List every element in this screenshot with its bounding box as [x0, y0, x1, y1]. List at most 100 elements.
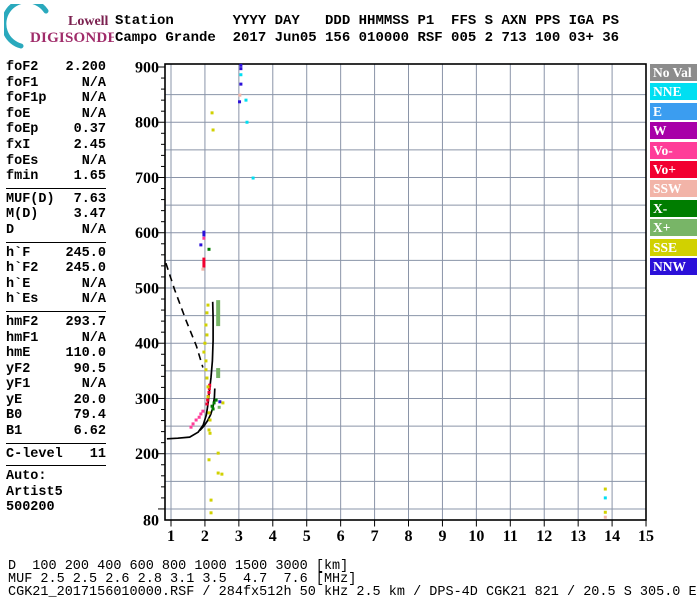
x-tick-label: 5: [303, 528, 311, 545]
echo-point: [207, 247, 211, 251]
grid: [165, 64, 646, 520]
echo-point: [244, 98, 248, 102]
echo-series-X+: [216, 300, 221, 409]
echo-point: [603, 496, 607, 500]
y-tick-label: 700: [135, 170, 159, 187]
echo-point: [603, 515, 607, 519]
echo-point: [211, 407, 215, 411]
y-tick-label: 800: [135, 115, 159, 132]
echo-point: [216, 471, 220, 475]
echo-point: [220, 472, 224, 476]
echo-point: [216, 451, 220, 455]
x-tick-label: 10: [468, 528, 484, 545]
echo-point: [238, 93, 242, 97]
echo-point: [221, 401, 225, 405]
echo-point: [207, 428, 211, 432]
echo-point: [202, 230, 206, 234]
legend-item-Vo+: Vo+: [650, 160, 697, 178]
echo-point: [202, 350, 206, 354]
echo-point: [210, 111, 214, 115]
echo-point: [206, 398, 210, 402]
echo-point: [239, 67, 243, 71]
echo-point: [205, 333, 209, 337]
x-tick-label: 13: [570, 528, 586, 545]
legend-item-X-: X-: [650, 199, 697, 217]
echo-point: [207, 458, 211, 462]
echo-point: [603, 510, 607, 514]
legend-item-NoVal: No Val: [650, 64, 697, 81]
echo-point: [238, 100, 242, 104]
echo-point: [199, 412, 203, 416]
echo-point: [217, 405, 221, 409]
echo-point: [204, 359, 208, 363]
y-tick-label: 600: [135, 225, 159, 242]
x-tick-label: 4: [269, 528, 277, 545]
legend: No Val NNE E W Vo- Vo+ SSW X- X+ SSE NNW: [650, 64, 697, 277]
echo-point: [603, 487, 607, 491]
legend-item-NNE: NNE: [650, 83, 697, 101]
echo-series-NNW: [199, 63, 243, 404]
x-tick-label: 9: [438, 528, 446, 545]
echo-bar: [202, 257, 206, 268]
legend-item-NNW: NNW: [650, 257, 697, 275]
y-tick-label: 400: [135, 336, 159, 353]
echo-series-SSW: [201, 93, 607, 519]
legend-item-SSW: SSW: [650, 180, 697, 198]
echo-point: [204, 368, 208, 372]
x-tick-label: 7: [371, 528, 379, 545]
echo-point: [206, 395, 210, 399]
x-tick-label: 6: [337, 528, 345, 545]
echo-point: [203, 341, 207, 345]
y-tick-label: 300: [135, 391, 159, 408]
file-info-row: CGK21_2017156010000.RSF / 284fx512h 50 k…: [8, 585, 697, 600]
legend-item-SSE: SSE: [650, 238, 697, 256]
y-tick-label: 500: [135, 280, 159, 297]
x-tick-label: 3: [235, 528, 243, 545]
echo-point: [207, 411, 211, 415]
x-tick-label: 14: [604, 528, 620, 545]
echo-point: [210, 404, 214, 408]
echo-point: [197, 415, 201, 419]
x-tick-label: 8: [405, 528, 413, 545]
x-tick-label: 1: [167, 528, 175, 545]
echo-point: [202, 233, 206, 237]
echo-bar: [216, 368, 221, 379]
echo-series-NNE: [239, 73, 607, 500]
echo-point: [194, 418, 198, 422]
echo-point: [204, 323, 208, 327]
y-tick-label: 200: [135, 446, 159, 463]
legend-item-W: W: [650, 122, 697, 140]
echo-point: [239, 82, 243, 86]
ionogram-plot: 900800700600500400300200801 2 3 4 5 6 7 8 9 10 11 1…: [135, 59, 654, 545]
echo-point: [205, 402, 209, 406]
echo-point: [189, 425, 193, 429]
x-tick-label: 15: [638, 528, 654, 545]
echo-point: [218, 400, 222, 404]
echo-point: [206, 385, 210, 389]
echo-point: [201, 409, 205, 413]
echo-point: [214, 398, 218, 402]
echo-point: [239, 63, 243, 67]
echo-point: [191, 422, 195, 426]
echo-point: [245, 120, 249, 124]
legend-item-X+: X+: [650, 219, 697, 237]
echo-point: [212, 401, 216, 405]
x-tick-label: 11: [503, 528, 518, 545]
x-tick-label: 12: [536, 528, 552, 545]
echo-point: [208, 418, 212, 422]
echo-point: [207, 390, 211, 394]
echo-point: [199, 243, 203, 247]
echo-point: [208, 431, 212, 435]
x-tick-label: 2: [201, 528, 209, 545]
echo-point: [202, 236, 206, 240]
echo-point: [205, 311, 209, 315]
echo-bar: [216, 300, 221, 327]
y-tick-label: 80: [143, 513, 159, 530]
ionogram-viewer: Lowell DIGISONDE Station YYYY DAY DDD HH…: [0, 0, 700, 600]
echo-point: [211, 128, 215, 132]
y-tick-label: 900: [135, 59, 159, 76]
plot-border: [164, 63, 647, 521]
echo-point: [251, 176, 255, 180]
echo-point: [201, 267, 205, 271]
axis-ticks: [158, 66, 647, 527]
